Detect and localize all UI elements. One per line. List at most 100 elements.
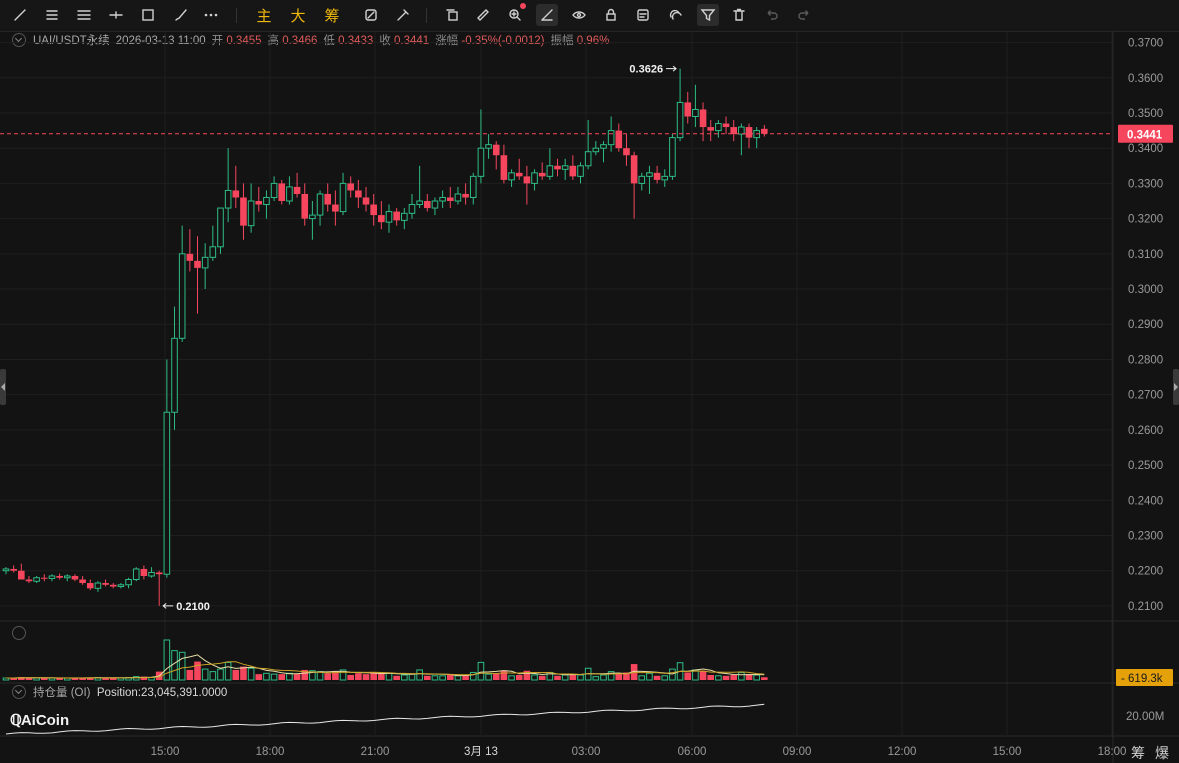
candle-body[interactable] <box>607 130 615 146</box>
candle-body[interactable] <box>339 182 347 213</box>
candle-body[interactable] <box>232 190 240 198</box>
candle-body[interactable] <box>324 193 332 205</box>
candle-body[interactable] <box>546 165 554 177</box>
candle-body[interactable] <box>125 579 132 586</box>
candle-body[interactable] <box>301 193 309 219</box>
candle-body[interactable] <box>25 579 33 582</box>
candle-body[interactable] <box>41 577 48 579</box>
candle-body[interactable] <box>469 175 477 198</box>
candle-body[interactable] <box>676 101 684 139</box>
candle-body[interactable] <box>309 214 316 220</box>
candle-body[interactable] <box>577 165 584 177</box>
candle-body[interactable] <box>738 126 745 135</box>
candle-body[interactable] <box>201 256 209 269</box>
candle-body[interactable] <box>761 128 768 134</box>
candle-body[interactable] <box>86 583 94 589</box>
candle-body[interactable] <box>155 572 163 575</box>
candle-body[interactable] <box>615 130 623 149</box>
candle-body[interactable] <box>10 568 17 571</box>
candle-body[interactable] <box>692 108 699 118</box>
candle-body[interactable] <box>669 137 676 177</box>
candle-body[interactable] <box>477 147 485 177</box>
candle-body[interactable] <box>163 411 171 575</box>
candle-body[interactable] <box>408 204 416 214</box>
right-panel-handle[interactable] <box>1173 369 1179 405</box>
candle-body[interactable] <box>416 200 423 206</box>
candle-body[interactable] <box>699 109 707 128</box>
candle-body[interactable] <box>745 127 753 138</box>
candle-body[interactable] <box>316 193 324 216</box>
candle-body[interactable] <box>492 144 500 156</box>
candle-body[interactable] <box>462 193 469 198</box>
candle-body[interactable] <box>508 172 515 181</box>
candle-body[interactable] <box>2 568 10 572</box>
candle-body[interactable] <box>293 186 301 194</box>
volume-collapse-icon[interactable] <box>12 626 26 640</box>
candle-body[interactable] <box>661 175 669 181</box>
candle-body[interactable] <box>171 337 178 413</box>
candle-body[interactable] <box>707 127 715 131</box>
candle-body[interactable] <box>178 253 186 339</box>
candle-body[interactable] <box>355 190 362 198</box>
candle-body[interactable] <box>630 155 638 184</box>
candle-body[interactable] <box>332 204 339 212</box>
candle-body[interactable] <box>186 253 194 261</box>
candle-body[interactable] <box>515 172 523 177</box>
candle-body[interactable] <box>531 172 538 184</box>
candle-body[interactable] <box>255 201 263 205</box>
candle-body[interactable] <box>653 172 661 180</box>
candle-body[interactable] <box>347 183 354 191</box>
candle-body[interactable] <box>148 571 155 577</box>
candle-body[interactable] <box>109 584 117 587</box>
candle-body[interactable] <box>446 197 454 202</box>
candle-body[interactable] <box>500 155 508 180</box>
candle-body[interactable] <box>385 211 393 223</box>
candle-body[interactable] <box>217 207 224 248</box>
candle-body[interactable] <box>538 172 546 177</box>
candle-body[interactable] <box>646 172 653 177</box>
candle-body[interactable] <box>56 575 63 578</box>
candle-body[interactable] <box>592 147 600 153</box>
chip-distribution-button[interactable]: 筹 <box>1131 746 1145 762</box>
liquidation-button[interactable]: 爆 <box>1155 746 1169 762</box>
candle-body[interactable] <box>224 189 232 209</box>
candle-body[interactable] <box>63 575 71 579</box>
candle-body[interactable] <box>370 204 377 216</box>
left-panel-handle[interactable] <box>0 369 6 405</box>
candle-body[interactable] <box>48 575 56 579</box>
candle-body[interactable] <box>117 584 125 588</box>
candle-body[interactable] <box>454 193 462 202</box>
oi-collapse-icon[interactable] <box>12 684 26 699</box>
candle-body[interactable] <box>278 183 286 202</box>
candle-body[interactable] <box>33 577 40 582</box>
candle-body[interactable] <box>554 165 561 170</box>
candle-body[interactable] <box>730 127 737 135</box>
candle-body[interactable] <box>393 211 400 221</box>
price-chart[interactable]: 0.3700 0.3600 0.3500 0.3400 0.3300 0.3200 0.31… <box>0 0 1179 763</box>
candle-body[interactable] <box>638 175 646 184</box>
candle-body[interactable] <box>18 570 25 580</box>
candle-body[interactable] <box>362 197 370 205</box>
candle-body[interactable] <box>94 582 102 589</box>
candle-body[interactable] <box>240 197 247 226</box>
candle-body[interactable] <box>194 260 201 268</box>
candle-body[interactable] <box>263 196 270 206</box>
candle-body[interactable] <box>378 215 385 223</box>
candle-body[interactable] <box>561 165 569 170</box>
candle-body[interactable] <box>140 568 148 576</box>
candle-body[interactable] <box>684 102 692 117</box>
candle-body[interactable] <box>431 200 439 209</box>
candle-body[interactable] <box>439 196 446 202</box>
candle-body[interactable] <box>132 568 140 581</box>
candle-body[interactable] <box>209 246 217 258</box>
candle-body[interactable] <box>569 165 577 177</box>
candle-body[interactable] <box>715 123 722 132</box>
candle-body[interactable] <box>270 182 278 198</box>
candle-body[interactable] <box>79 579 86 584</box>
candle-body[interactable] <box>523 176 531 184</box>
candle-body[interactable] <box>424 201 431 209</box>
candle-body[interactable] <box>102 583 109 585</box>
candle-body[interactable] <box>485 144 492 149</box>
candle-body[interactable] <box>623 148 630 156</box>
candle-body[interactable] <box>286 186 293 202</box>
